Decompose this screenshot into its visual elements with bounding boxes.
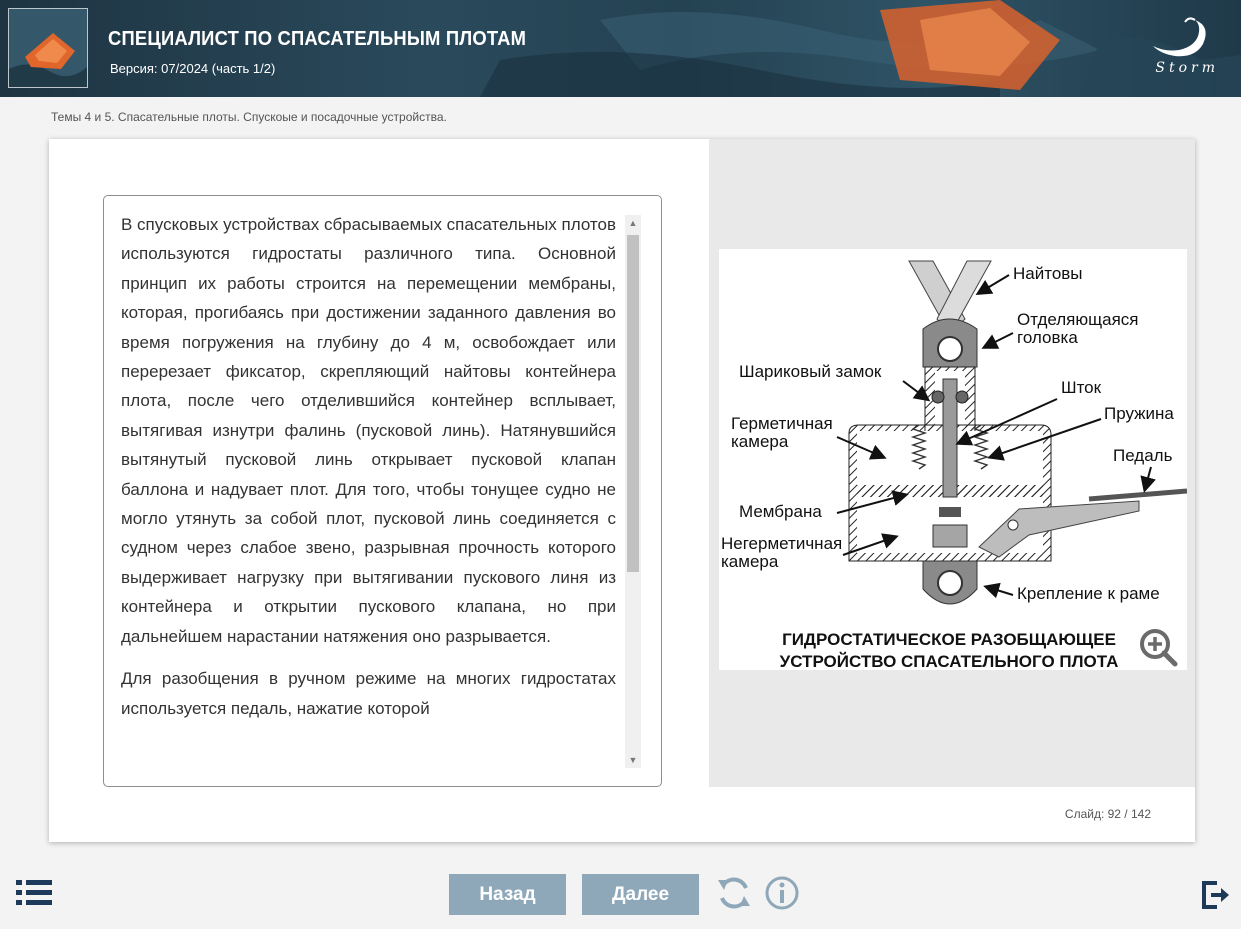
- label-lashings: Найтовы: [1013, 264, 1083, 283]
- label-unsealed-chamber-2: камера: [721, 552, 779, 571]
- course-version: Версия: 07/2024 (часть 1/2): [110, 61, 276, 76]
- label-ball-lock: Шариковый замок: [739, 362, 882, 381]
- label-frame-mount: Крепление к раме: [1017, 584, 1160, 603]
- refresh-icon[interactable]: [716, 874, 752, 912]
- label-sealed-chamber-2: камера: [731, 432, 789, 451]
- label-sealed-chamber: Герметичная: [731, 414, 833, 433]
- slide-counter: Слайд: 92 / 142: [1064, 807, 1151, 821]
- figure-caption-line-1: ГИДРОСТАТИЧЕСКОЕ РАЗОБЩАЮЩЕЕ: [782, 630, 1116, 649]
- slide-text: В спусковых устройствах сбрасываемых спа…: [121, 210, 616, 736]
- paragraph: Для разобщения в ручном режиме на многих…: [121, 669, 616, 718]
- back-button[interactable]: Назад: [449, 874, 566, 915]
- course-title: СПЕЦИАЛИСТ ПО СПАСАТЕЛЬНЫМ ПЛОТАМ: [108, 28, 527, 50]
- figure-panel: Найтовы Отделяющаяся головка Шариковый з…: [709, 139, 1195, 787]
- info-icon[interactable]: [764, 874, 800, 912]
- text-scroll-box[interactable]: В спусковых устройствах сбрасываемых спа…: [103, 195, 662, 787]
- hydrostatic-release-figure[interactable]: Найтовы Отделяющаяся головка Шариковый з…: [719, 249, 1188, 671]
- label-rod: Шток: [1061, 378, 1102, 397]
- storm-logo-text: Storm: [1155, 60, 1219, 76]
- scroll-down-arrow-icon[interactable]: ▼: [625, 752, 641, 768]
- label-membrane: Мембрана: [739, 502, 822, 521]
- slide-container: В спусковых устройствах сбрасываемых спа…: [49, 139, 1195, 842]
- label-unsealed-chamber: Негерметичная: [721, 534, 842, 553]
- course-header: СПЕЦИАЛИСТ ПО СПАСАТЕЛЬНЫМ ПЛОТАМ Версия…: [0, 0, 1241, 97]
- exit-icon[interactable]: [1201, 880, 1231, 910]
- scrollbar-thumb[interactable]: [627, 235, 639, 572]
- zoom-in-icon[interactable]: [1140, 629, 1178, 667]
- paragraph: В спусковых устройствах сбрасываемых спа…: [121, 215, 616, 646]
- label-release-head-2: головка: [1017, 328, 1078, 347]
- next-button[interactable]: Далее: [582, 874, 699, 915]
- course-thumbnail: [8, 8, 88, 88]
- scrollbar[interactable]: ▲ ▼: [625, 215, 641, 768]
- list-menu-icon[interactable]: [16, 880, 54, 906]
- breadcrumb: Темы 4 и 5. Спасательные плоты. Спускоые…: [51, 110, 447, 124]
- scroll-up-arrow-icon[interactable]: ▲: [625, 215, 641, 231]
- figure-caption-line-2: УСТРОЙСТВО СПАСАТЕЛЬНОГО ПЛОТА: [780, 652, 1119, 670]
- label-release-head: Отделяющаяся: [1017, 310, 1138, 329]
- label-pedal: Педаль: [1113, 446, 1173, 465]
- label-spring: Пружина: [1104, 404, 1174, 423]
